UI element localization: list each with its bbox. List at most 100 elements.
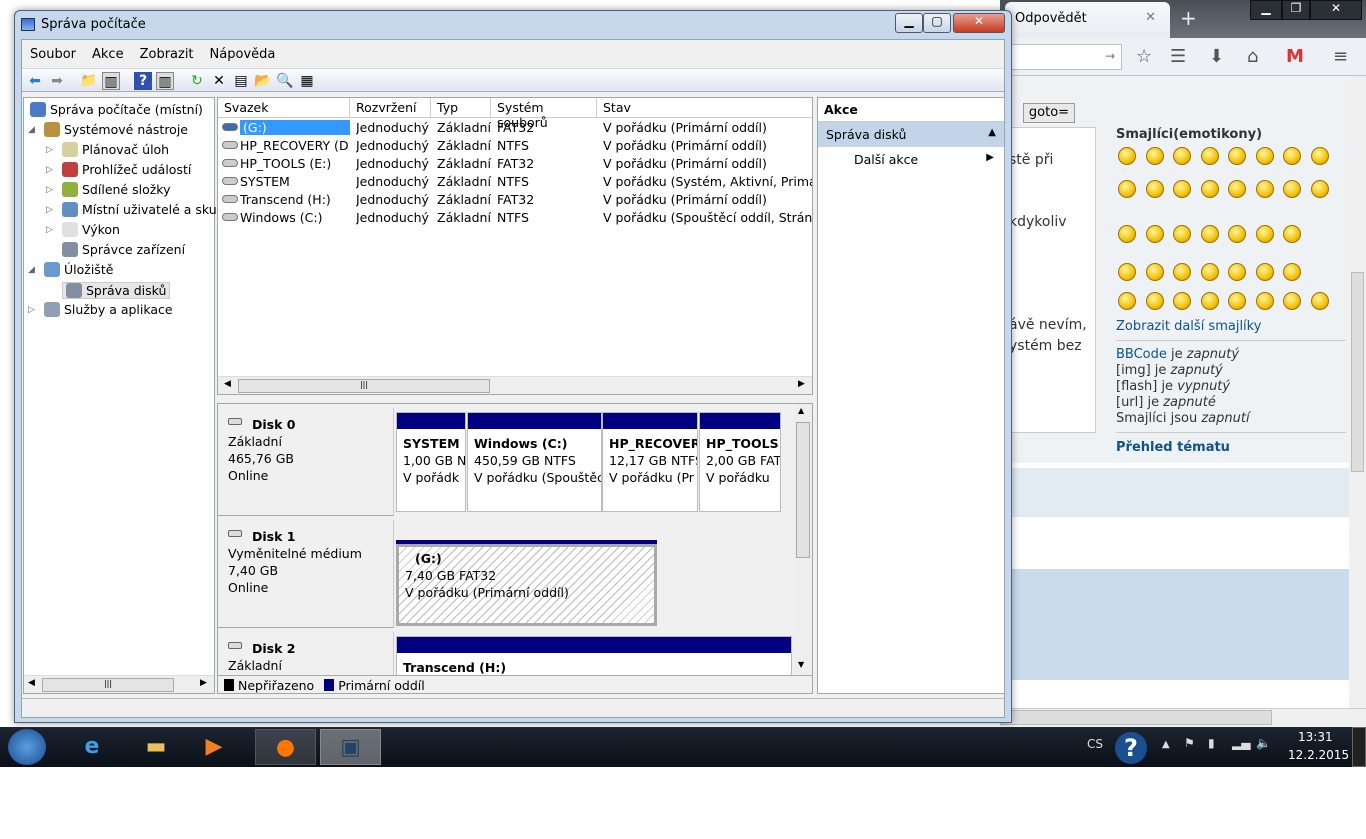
tree-item[interactable]: Správce zařízení <box>62 242 185 257</box>
smiley-icon[interactable] <box>1310 180 1329 198</box>
start-button[interactable] <box>8 729 46 765</box>
up-folder-icon[interactable]: 📁 <box>80 72 98 90</box>
smiley-icon[interactable] <box>1283 147 1301 165</box>
goto-button[interactable]: goto= <box>1023 103 1075 123</box>
tree-item[interactable]: Plánovač úloh <box>62 142 169 157</box>
tree-item[interactable]: Správa disků <box>62 282 171 299</box>
partition-g[interactable]: (G:) 7,40 GB FAT32 V pořádku (Primární odd… <box>396 544 657 626</box>
smiley-icon[interactable] <box>1173 147 1191 165</box>
smiley-icon[interactable] <box>1173 225 1191 243</box>
gmail-icon[interactable]: M <box>1286 46 1304 67</box>
smiley-icon[interactable] <box>1145 292 1164 310</box>
menu-napoveda[interactable]: Nápověda <box>202 44 284 65</box>
smiley-icon[interactable] <box>1283 180 1301 198</box>
smiley-icon[interactable] <box>1118 147 1136 165</box>
smiley-icon[interactable] <box>1145 180 1164 198</box>
smiley-icon[interactable] <box>1283 292 1301 310</box>
computer-management-taskbar-button[interactable]: ▣ <box>320 729 381 765</box>
smiley-icon[interactable] <box>1173 263 1191 281</box>
menu-akce[interactable]: Akce <box>84 44 132 65</box>
table-row[interactable]: Windows (C:) Jednoduchý Základní NTFS V pořá… <box>218 209 812 227</box>
disk-label[interactable]: Disk 1 Vyměnitelné médium 7,40 GB Online <box>218 520 394 628</box>
smiley-icon[interactable] <box>1145 147 1164 165</box>
menu-icon[interactable]: ≡ <box>1333 46 1348 67</box>
table-row[interactable]: (G:) Jednoduchý Základní FAT32 V pořádku (Pr… <box>218 119 812 137</box>
open-folder-icon[interactable]: 📂 <box>254 72 272 90</box>
show-hide-tree-icon[interactable]: ▥ <box>102 72 120 90</box>
delete-icon[interactable]: ✕ <box>210 72 228 90</box>
smiley-icon[interactable] <box>1173 180 1191 198</box>
minimize-button[interactable]: ▁ <box>895 13 923 33</box>
clock-date[interactable]: 12.2.2015 <box>1288 748 1349 762</box>
smiley-icon[interactable] <box>1255 180 1274 198</box>
volume-icon[interactable]: 🔈 <box>1256 736 1271 750</box>
expand-arrow-icon[interactable]: ▷ <box>46 145 53 155</box>
download-icon[interactable]: ⬇ <box>1209 46 1224 67</box>
browser-horizontal-scrollbar[interactable] <box>1000 708 1366 726</box>
smiley-icon[interactable] <box>1255 225 1274 243</box>
disk-view-scrollbar[interactable]: ▲ ▼ <box>794 404 812 674</box>
new-tab-button[interactable]: + <box>1180 6 1197 30</box>
action-center-flag-icon[interactable]: ⚑ <box>1184 736 1195 750</box>
close-button[interactable]: ✕ <box>1310 0 1362 20</box>
internet-explorer-icon[interactable]: e <box>64 729 120 765</box>
expand-arrow-icon[interactable]: ▷ <box>28 305 35 315</box>
column-header-svazek[interactable]: Svazek <box>218 98 350 118</box>
disk-label[interactable]: Disk 0 Základní 465,76 GB Online <box>218 408 394 516</box>
language-indicator[interactable]: CS <box>1087 737 1103 751</box>
show-hidden-icons[interactable]: ▲ <box>1162 739 1170 750</box>
media-player-icon[interactable]: ▶ <box>186 729 242 765</box>
smiley-icon[interactable] <box>1228 225 1246 243</box>
restore-button[interactable]: ❐ <box>1282 0 1310 20</box>
expand-arrow-icon[interactable]: ▷ <box>46 185 53 195</box>
network-icon[interactable]: ▂▄ <box>1232 736 1250 750</box>
table-row[interactable]: HP_TOOLS (E:) Jednoduchý Základní FAT32 V po… <box>218 155 812 173</box>
close-button[interactable]: ✕ <box>953 13 1005 33</box>
home-icon[interactable]: ⌂ <box>1247 46 1258 67</box>
smiley-icon[interactable] <box>1145 225 1164 243</box>
expanded-arrow-icon[interactable]: ◢ <box>28 265 35 275</box>
refresh-icon[interactable]: ↻ <box>188 72 206 90</box>
bbcode-link[interactable]: BBCode <box>1116 347 1167 362</box>
smiley-icon[interactable] <box>1200 147 1219 165</box>
help-icon[interactable]: ? <box>134 72 152 90</box>
smiley-icon[interactable] <box>1118 263 1136 281</box>
firefox-taskbar-button[interactable]: ● <box>255 729 316 765</box>
partition[interactable]: SYSTEM 1,00 GB N V pořádk <box>396 412 466 512</box>
properties-icon[interactable]: ▤ <box>232 72 250 90</box>
tree-item[interactable]: Místní uživatelé a sku <box>62 202 217 217</box>
tree-item[interactable]: Prohlížeč událostí <box>62 162 191 177</box>
smiley-icon[interactable] <box>1310 147 1329 165</box>
close-tab-icon[interactable]: ✕ <box>1145 10 1156 25</box>
power-icon[interactable]: ▮ <box>1208 736 1215 750</box>
smiley-icon[interactable] <box>1255 147 1274 165</box>
minimize-button[interactable]: ▁ <box>1250 0 1282 20</box>
reply-textarea[interactable]: stě při kdykoliv ávě nevím, ystém bez <box>1000 127 1096 433</box>
smiley-icon[interactable] <box>1228 263 1246 281</box>
expand-arrow-icon[interactable]: ▷ <box>46 165 53 175</box>
topic-overview-link[interactable]: Přehled tématu <box>1116 440 1230 455</box>
bookmark-star-icon[interactable]: ☆ <box>1136 46 1152 67</box>
smiley-icon[interactable] <box>1200 180 1219 198</box>
collapse-icon[interactable]: ▲ <box>988 127 996 138</box>
smiley-icon[interactable] <box>1283 263 1301 281</box>
smiley-icon[interactable] <box>1118 180 1136 198</box>
tree-item[interactable]: Systémové nástroje <box>44 122 188 137</box>
smiley-icon[interactable] <box>1118 225 1136 243</box>
expanded-arrow-icon[interactable]: ◢ <box>28 125 35 135</box>
smiley-icon[interactable] <box>1255 292 1274 310</box>
maximize-button[interactable]: ▢ <box>923 13 951 33</box>
smiley-icon[interactable] <box>1228 292 1246 310</box>
column-header-typ[interactable]: Typ <box>431 98 491 118</box>
tree-horizontal-scrollbar[interactable]: ◀ ||| ▶ <box>24 675 214 693</box>
settings-icon[interactable]: ▦ <box>298 72 316 90</box>
smiley-icon[interactable] <box>1200 292 1219 310</box>
table-row[interactable]: Transcend (H:) Jednoduchý Základní FAT32 V p… <box>218 191 812 209</box>
tree-item[interactable]: Sdílené složky <box>62 182 170 197</box>
clock-time[interactable]: 13:31 <box>1298 730 1333 744</box>
smiley-icon[interactable] <box>1200 225 1219 243</box>
partition[interactable]: HP_TOOLS 2,00 GB FAT V pořádku <box>699 412 781 512</box>
expand-arrow-icon[interactable]: ▷ <box>46 205 53 215</box>
help-tray-icon[interactable]: ? <box>1115 732 1147 764</box>
forward-icon[interactable]: ➡ <box>48 72 66 90</box>
